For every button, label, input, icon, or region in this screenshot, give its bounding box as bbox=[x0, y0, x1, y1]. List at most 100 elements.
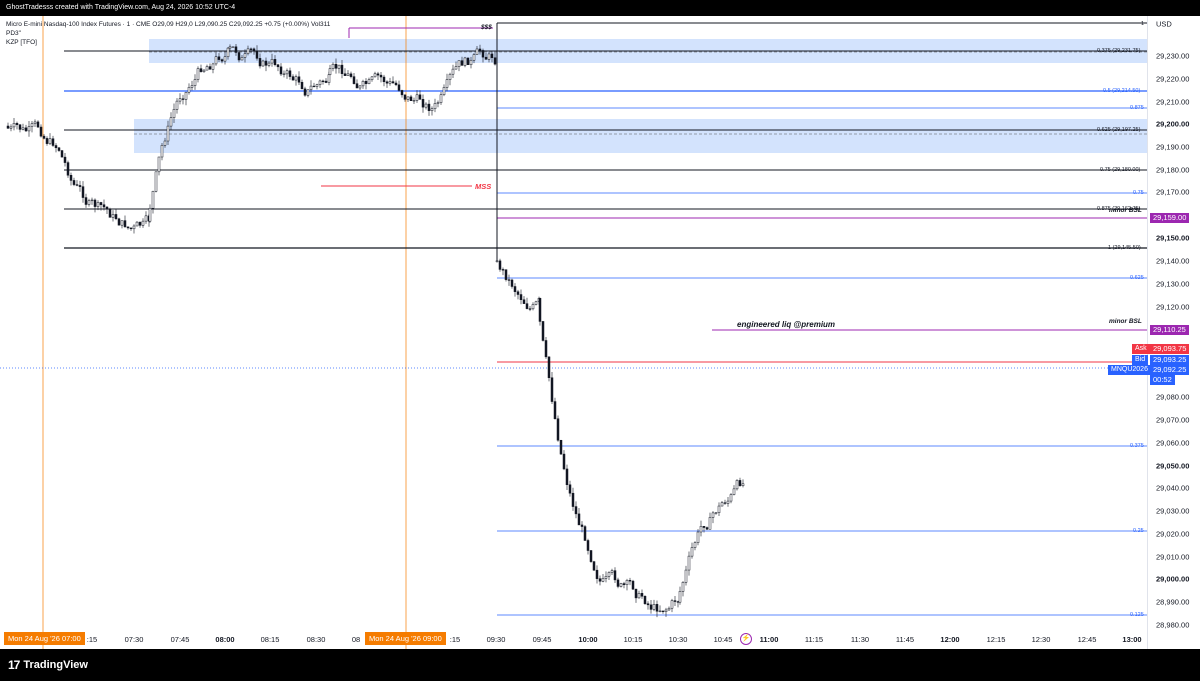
minor-bsl-label-low: minor BSL bbox=[1109, 318, 1142, 325]
candle-body bbox=[93, 199, 97, 207]
mss-label: MSS bbox=[475, 182, 492, 191]
candle-body bbox=[331, 63, 335, 69]
candle-body bbox=[178, 98, 182, 102]
price-tick: 28,990.00 bbox=[1156, 597, 1190, 607]
candle-body bbox=[670, 600, 674, 609]
candle-body bbox=[258, 58, 262, 67]
engineered-liq-label: engineered liq @premium bbox=[737, 320, 836, 329]
candle-body bbox=[726, 500, 730, 504]
fib-level-label: 0.75 (29,180.00) bbox=[1100, 167, 1141, 173]
time-tick: 08 bbox=[351, 635, 361, 644]
candle-body bbox=[655, 604, 659, 612]
candle-body bbox=[202, 69, 206, 72]
candle-body bbox=[367, 79, 371, 84]
candle-body bbox=[475, 48, 479, 55]
symbol-ohlc[interactable]: Micro E-mini Nasdaq-100 Index Futures · … bbox=[6, 20, 330, 29]
candle-body bbox=[667, 607, 671, 611]
tradingview-brand[interactable]: 17 TradingView bbox=[8, 658, 88, 672]
candle-body bbox=[9, 126, 13, 129]
candle-body bbox=[132, 225, 136, 230]
time-tick: 08:30 bbox=[306, 635, 326, 644]
candle-body bbox=[463, 57, 467, 66]
candle-body bbox=[382, 76, 386, 83]
candle-body bbox=[243, 53, 247, 58]
chart-canvas[interactable] bbox=[0, 16, 1147, 649]
candle-body bbox=[51, 138, 55, 146]
countdown-tag: 00:52 bbox=[1150, 375, 1175, 385]
candle-body bbox=[33, 121, 37, 124]
bid-label: Bid bbox=[1132, 355, 1149, 365]
candle-body bbox=[294, 76, 298, 81]
candle-body bbox=[658, 610, 662, 612]
candle-body bbox=[102, 204, 106, 208]
candle-body bbox=[279, 66, 283, 75]
candle-body bbox=[391, 81, 395, 84]
chart-area[interactable]: Micro E-mini Nasdaq-100 Index Futures · … bbox=[0, 16, 1200, 649]
candle-body bbox=[54, 145, 58, 149]
time-tick: 08:15 bbox=[260, 635, 280, 644]
candle-body bbox=[78, 185, 82, 187]
candle-body bbox=[610, 570, 614, 573]
candle-body bbox=[478, 48, 482, 51]
candle-body bbox=[6, 125, 10, 129]
candle-body bbox=[556, 418, 560, 441]
candle-body bbox=[39, 126, 43, 137]
candle-body bbox=[364, 81, 368, 84]
time-tick: 07:30 bbox=[124, 635, 144, 644]
candle-body bbox=[711, 512, 715, 518]
candle-body bbox=[544, 340, 548, 358]
indicator-pd3[interactable]: PD3" bbox=[6, 29, 330, 38]
candle-body bbox=[343, 73, 347, 76]
candle-body bbox=[81, 186, 85, 198]
candle-body bbox=[120, 220, 124, 226]
candle-body bbox=[135, 221, 139, 227]
last-price-tag: 29,092.25 bbox=[1150, 365, 1190, 375]
footer-bar: 17 TradingView bbox=[0, 649, 1200, 681]
price-tick: 29,210.00 bbox=[1156, 97, 1190, 107]
candle-body bbox=[99, 202, 103, 205]
price-tick: 29,080.00 bbox=[1156, 392, 1190, 402]
chart-title: GhostTradesss created with TradingView.c… bbox=[6, 4, 236, 11]
price-tick: 29,010.00 bbox=[1156, 552, 1190, 562]
candle-body bbox=[490, 53, 494, 58]
candle-body bbox=[160, 145, 164, 158]
price-tick: 28,980.00 bbox=[1156, 620, 1190, 630]
candle-body bbox=[616, 579, 620, 587]
candle-body bbox=[598, 578, 602, 582]
candle-body bbox=[193, 79, 197, 86]
ask-price-tag: 29,093.75 bbox=[1150, 344, 1190, 354]
price-tick: 29,230.00 bbox=[1156, 51, 1190, 61]
candle-body bbox=[48, 138, 52, 144]
candle-body bbox=[90, 199, 94, 202]
lightning-icon[interactable]: ⚡ bbox=[740, 633, 752, 645]
candle-body bbox=[252, 48, 256, 52]
indicator-kzp[interactable]: KZP [TFO] bbox=[6, 38, 330, 47]
candle-body bbox=[472, 54, 476, 61]
candle-body bbox=[15, 123, 19, 125]
price-tick: 29,070.00 bbox=[1156, 415, 1190, 425]
candle-body bbox=[424, 103, 428, 108]
candle-body bbox=[291, 76, 295, 81]
candle-body bbox=[498, 260, 502, 270]
candle-body bbox=[445, 79, 449, 88]
candle-body bbox=[741, 483, 745, 486]
candle-body bbox=[60, 150, 64, 158]
candle-body bbox=[205, 66, 209, 71]
candle-body bbox=[129, 227, 133, 230]
candle-body bbox=[676, 601, 680, 603]
candle-body bbox=[318, 80, 322, 85]
candle-body bbox=[433, 103, 437, 109]
legend-panel: Micro E-mini Nasdaq-100 Index Futures · … bbox=[6, 20, 330, 47]
candle-body bbox=[397, 84, 401, 91]
time-tick: 09:45 bbox=[532, 635, 552, 644]
candle-body bbox=[370, 76, 374, 80]
candle-body bbox=[664, 609, 668, 612]
candle-body bbox=[516, 291, 520, 295]
candle-body bbox=[309, 85, 313, 90]
brand-name: TradingView bbox=[23, 659, 88, 671]
candle-body bbox=[288, 70, 292, 77]
price-tick: 29,120.00 bbox=[1156, 302, 1190, 312]
candle-body bbox=[249, 48, 253, 50]
chart-title-bar: GhostTradesss created with TradingView.c… bbox=[0, 0, 1200, 16]
candle-body bbox=[466, 57, 470, 65]
